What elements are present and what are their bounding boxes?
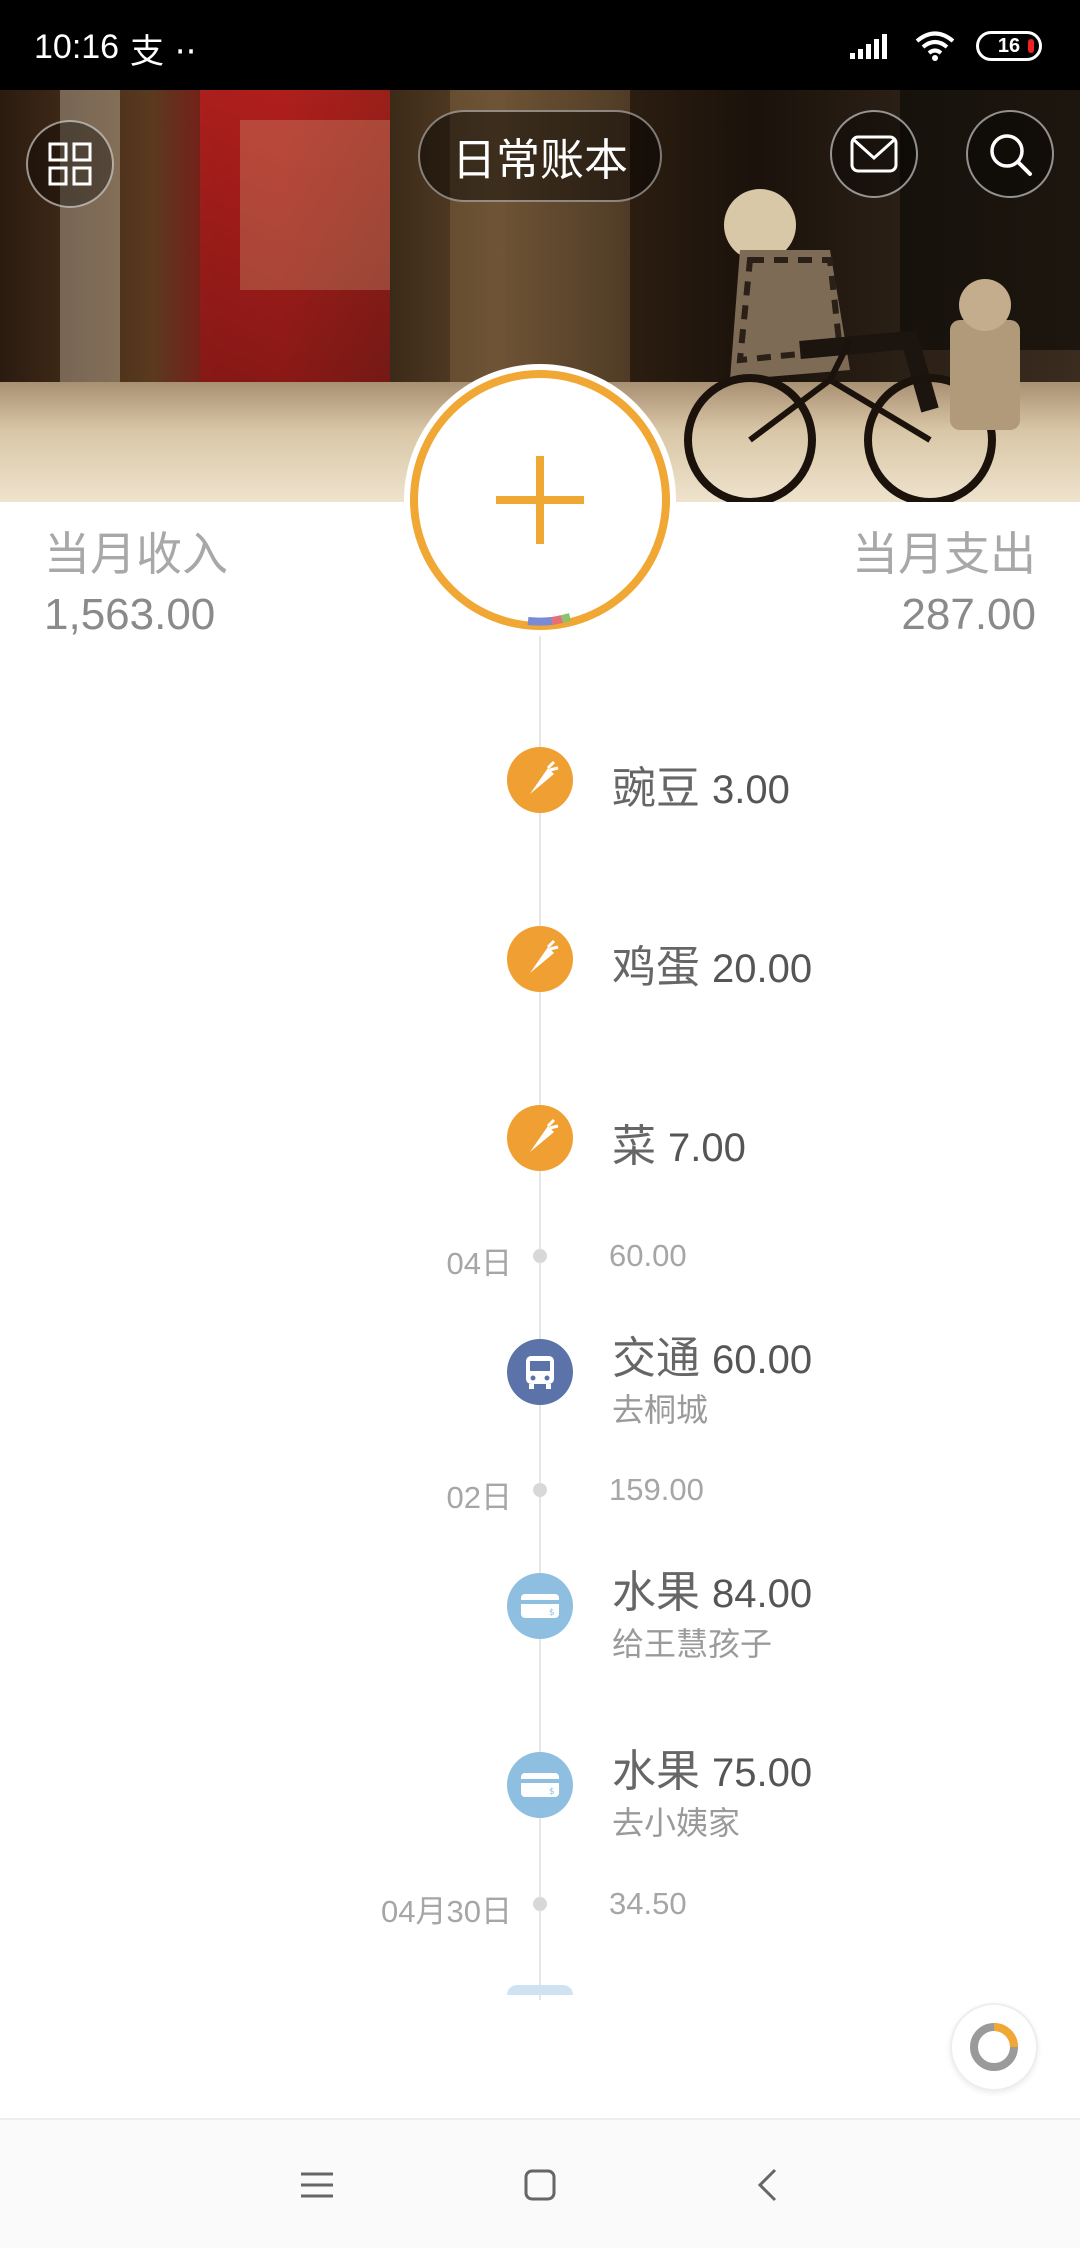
menu-button[interactable]	[26, 120, 114, 208]
back-button[interactable]	[732, 2150, 802, 2220]
entry-icon-partial	[507, 1985, 573, 1995]
entry-icon[interactable]	[507, 747, 573, 813]
entry-category: 水果	[612, 1567, 700, 1618]
pie-chart-icon	[970, 2023, 1018, 2071]
status-bar: 10:16 支 ·· 16	[0, 0, 1080, 90]
bus-icon	[526, 1356, 554, 1389]
entry-category: 豌豆	[612, 763, 700, 814]
day-label: 04日	[446, 1246, 512, 1281]
day-total: 34.50	[609, 1886, 687, 1921]
battery-icon: 16	[976, 31, 1042, 61]
status-time: 10:16	[34, 28, 120, 66]
entry-amount: 20.00	[712, 947, 813, 991]
entry-amount: 60.00	[712, 1338, 813, 1382]
entry-note: 给王慧孩子	[612, 1625, 773, 1663]
svg-text:$: $	[549, 1787, 555, 1797]
book-selector-button[interactable]: 日常账本	[418, 110, 662, 202]
entry-category: 交通	[612, 1333, 700, 1384]
entry-amount: 7.00	[668, 1126, 746, 1170]
back-icon	[757, 2168, 777, 2202]
menu-icon	[301, 2172, 333, 2198]
home-icon	[524, 2169, 556, 2201]
book-name: 日常账本	[452, 135, 628, 186]
system-nav-bar	[0, 2118, 1080, 2248]
day-total: 60.00	[609, 1238, 687, 1273]
entry-title[interactable]: 交通 60.00	[612, 1322, 812, 1386]
entry-note: 去小姨家	[612, 1804, 741, 1842]
expense-value: 287.00	[901, 590, 1036, 639]
entry-title[interactable]: 豌豆 3.00	[612, 752, 790, 816]
signal-icon	[850, 34, 887, 59]
day-total: 159.00	[609, 1472, 704, 1507]
day-dot	[533, 1249, 547, 1263]
entry-title[interactable]: 水果 75.00	[612, 1735, 812, 1799]
entry-category: 水果	[612, 1746, 700, 1797]
entry-title[interactable]: 鸡蛋 20.00	[612, 931, 812, 995]
entry-amount: 84.00	[712, 1572, 813, 1616]
recent-apps-button[interactable]	[282, 2150, 352, 2220]
battery-level: 16	[997, 34, 1021, 57]
add-record-button[interactable]	[410, 370, 670, 630]
entry-icon[interactable]	[507, 1105, 573, 1171]
entry-title[interactable]: 菜 7.00	[612, 1110, 746, 1174]
entry-note: 去桐城	[612, 1391, 709, 1429]
entry-icon[interactable]	[507, 926, 573, 992]
entry-category: 菜	[612, 1121, 656, 1172]
entry-icon[interactable]: $	[507, 1573, 573, 1639]
day-dot	[533, 1897, 547, 1911]
carrot-icon	[530, 1118, 559, 1152]
entry-title[interactable]: 水果 84.00	[612, 1556, 812, 1620]
carrot-icon	[530, 939, 559, 973]
statistics-button[interactable]	[950, 2003, 1038, 2091]
status-right-icons: 16	[850, 30, 1042, 62]
grid-icon	[48, 142, 92, 186]
entry-category: 鸡蛋	[612, 942, 700, 993]
entry-icon[interactable]	[507, 1339, 573, 1405]
card-icon: $	[521, 1594, 559, 1618]
svg-text:$: $	[549, 1608, 555, 1618]
search-button[interactable]	[966, 110, 1054, 198]
category-color-ring	[527, 613, 572, 626]
expense-label: 当月支出	[852, 527, 1036, 581]
entry-amount: 75.00	[712, 1751, 813, 1795]
notification-icons: 支 ··	[130, 32, 197, 72]
wifi-icon	[915, 31, 955, 61]
mail-icon	[850, 135, 898, 173]
day-label: 02日	[446, 1480, 512, 1515]
card-icon: $	[521, 1773, 559, 1797]
day-label: 04月30日	[381, 1894, 512, 1929]
search-icon	[990, 134, 1032, 176]
carrot-icon	[530, 760, 559, 794]
income-value: 1,563.00	[44, 590, 216, 639]
day-dot	[533, 1483, 547, 1497]
income-label: 当月收入	[44, 527, 228, 581]
home-button[interactable]	[505, 2150, 575, 2220]
mail-button[interactable]	[830, 110, 918, 198]
entry-icon[interactable]: $	[507, 1752, 573, 1818]
entry-amount: 3.00	[712, 768, 790, 812]
